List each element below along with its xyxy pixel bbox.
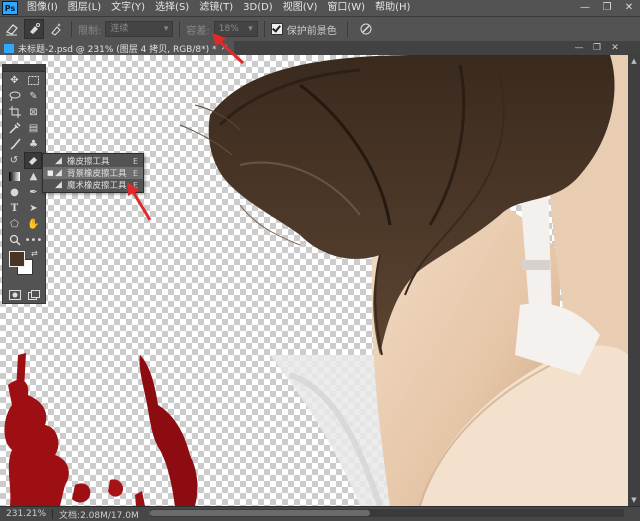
foreground-color-swatch[interactable] bbox=[9, 251, 25, 267]
arrow-to-protect-checkbox bbox=[212, 33, 245, 65]
scroll-thumb[interactable] bbox=[150, 510, 370, 516]
annotation-arrows bbox=[127, 33, 245, 221]
arrow-to-background-eraser bbox=[127, 182, 152, 221]
document-size: 文档:2.08M/17.0M bbox=[59, 510, 139, 521]
horizontal-scrollbar[interactable] bbox=[150, 509, 624, 517]
zoom-level[interactable]: 231.21% bbox=[0, 509, 54, 519]
